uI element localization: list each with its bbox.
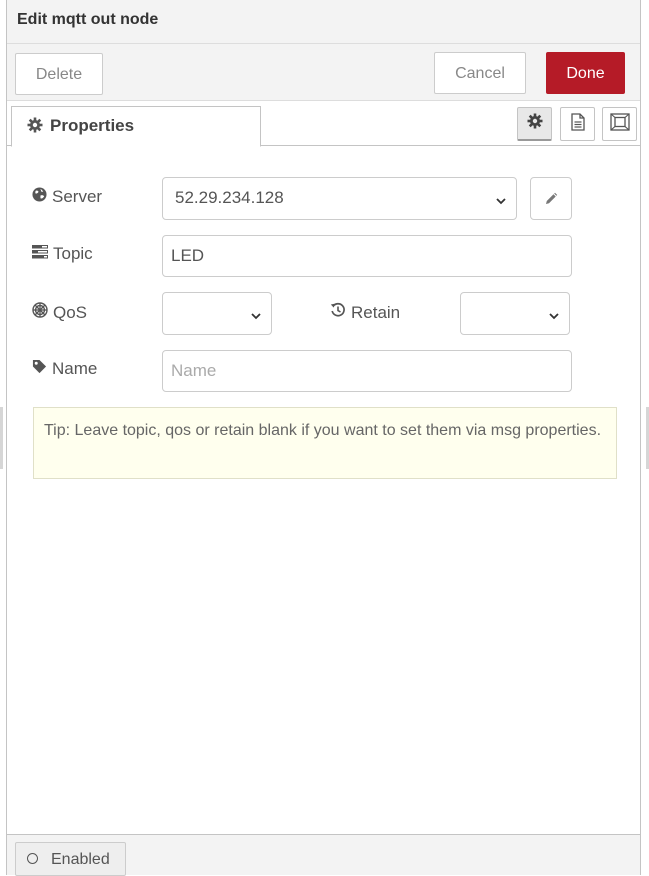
name-placeholder: Name	[171, 361, 217, 380]
tip-box: Tip: Leave topic, qos or retain blank if…	[33, 407, 617, 479]
server-value: 52.29.234.128	[175, 188, 284, 207]
qos-label: QoS	[32, 302, 87, 323]
empire-icon	[32, 302, 53, 323]
name-label: Name	[32, 359, 97, 379]
frame-icon	[609, 112, 630, 136]
name-input[interactable]: Name	[162, 350, 572, 392]
tab-settings-button[interactable]	[517, 107, 552, 141]
server-label: Server	[32, 187, 102, 207]
server-select[interactable]: 52.29.234.128	[162, 177, 517, 220]
tab-properties[interactable]: Properties	[11, 106, 261, 147]
chevron-down-icon	[548, 307, 560, 327]
globe-icon	[32, 187, 52, 207]
enabled-label: Enabled	[51, 851, 110, 868]
gear-icon	[27, 117, 43, 138]
left-resize-handle[interactable]	[0, 407, 3, 469]
chevron-down-icon	[495, 192, 507, 212]
history-icon	[330, 302, 351, 323]
tabs-bar: Properties	[7, 101, 640, 147]
qos-select[interactable]	[162, 292, 272, 335]
tray-toolbar: Delete Cancel Done	[7, 44, 640, 101]
done-button[interactable]: Done	[546, 52, 625, 94]
gear-icon	[527, 113, 543, 134]
retain-select[interactable]	[460, 292, 570, 335]
document-icon	[570, 112, 586, 136]
delete-button[interactable]: Delete	[15, 53, 103, 95]
chevron-down-icon	[250, 307, 262, 327]
tag-icon	[32, 359, 52, 379]
enabled-toggle-button[interactable]: Enabled	[15, 842, 126, 876]
tip-text: Tip: Leave topic, qos or retain blank if…	[44, 422, 602, 439]
tray-header: Edit mqtt out node	[7, 0, 640, 44]
tab-description-button[interactable]	[560, 107, 595, 141]
tray-footer: Enabled	[7, 834, 640, 876]
circle-icon	[27, 853, 38, 864]
topic-input[interactable]: LED	[162, 235, 572, 277]
pencil-icon	[544, 191, 558, 211]
tab-appearance-button[interactable]	[602, 107, 637, 141]
topic-label: Topic	[32, 244, 93, 264]
topic-value: LED	[171, 246, 205, 265]
edit-tray: Edit mqtt out node Delete Cancel Done Pr…	[6, 0, 641, 876]
tasks-icon	[32, 244, 53, 264]
edit-server-button[interactable]	[530, 177, 572, 220]
cancel-button[interactable]: Cancel	[434, 52, 526, 94]
retain-label: Retain	[330, 302, 400, 323]
tab-properties-label: Properties	[50, 116, 135, 135]
tray-title: Edit mqtt out node	[17, 11, 159, 28]
